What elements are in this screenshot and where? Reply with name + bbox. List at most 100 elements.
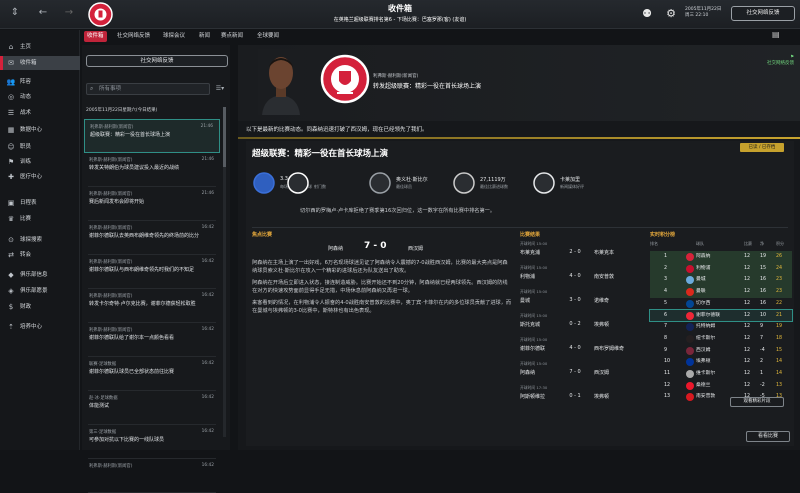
result-row[interactable]: 开球时间 15:00 阿森纳 7 - 0 西汉姆 bbox=[520, 359, 640, 381]
featured-score[interactable]: 阿森纳 7 - 0 西汉姆 bbox=[328, 241, 478, 255]
table-row[interactable]: 11 维卡斯尔 12 1 14 bbox=[650, 368, 792, 380]
social-feedback-button[interactable]: 社交网络反馈 bbox=[86, 55, 228, 67]
gear-icon[interactable]: ⚙ bbox=[664, 7, 678, 21]
goal-difference: 2 bbox=[760, 359, 764, 365]
chevron-up-down-icon[interactable]: ⇕ bbox=[8, 6, 22, 20]
stat-icon bbox=[252, 171, 276, 195]
date-display: 2005年11月22日 周三 22:10 bbox=[685, 7, 722, 18]
inbox-message[interactable]: 利弗斯·赫利斯(新闻官) 16:42 谢菲尔德联队去英西布朗维奇领先的终场前的比分 bbox=[84, 221, 220, 255]
sidebar-item-14[interactable]: ◆ 俱乐部信息 bbox=[0, 268, 80, 282]
sidebar-item-9[interactable]: ✚ 医疗中心 bbox=[0, 170, 80, 184]
sidebar-item-label: 财政 bbox=[20, 304, 32, 310]
tab-news[interactable]: 新闻 bbox=[196, 31, 213, 42]
position: 11 bbox=[664, 371, 671, 376]
team-name: 维卡斯尔 bbox=[696, 371, 716, 376]
result-row[interactable]: 开球时间 15:00 谢菲尔德联 4 - 0 西布罗姆维奇 bbox=[520, 335, 640, 357]
table-row[interactable]: 8 纽卡斯尔 12 7 18 bbox=[650, 333, 792, 345]
result-row[interactable]: 开球时间 15:00 斯托克城 0 - 2 埃弗顿 bbox=[520, 311, 640, 333]
social-feedback-link[interactable]: ⚑ 社交网络反馈 bbox=[767, 55, 794, 66]
result-row[interactable]: 开球时间 15:00 利物浦 4 - 0 南安普敦 bbox=[520, 263, 640, 285]
help-icon[interactable]: ⚉ bbox=[640, 7, 654, 21]
tab-scouting-meeting[interactable]: 球探会议 bbox=[160, 31, 188, 42]
sidebar-item-6[interactable]: ▦ 数据中心 bbox=[0, 123, 80, 137]
tab-inbox[interactable]: 收件箱 bbox=[84, 31, 107, 42]
message-header: 利弗斯·赫利斯(新闻官) 转发超级联赛：精彩一役在首长球场上演 ⚑ 社交网络反馈 bbox=[238, 45, 800, 121]
inbox-message[interactable]: 利弗斯·赫利斯(新闻官) 21:46 赛后新闻发布会即将开始 bbox=[84, 187, 220, 221]
filter-icon[interactable]: ☰▾ bbox=[212, 83, 228, 95]
inbox-message[interactable]: 利弗斯·赫利斯(新闻官) 16:42 bbox=[84, 459, 220, 493]
club-crest-icon[interactable] bbox=[88, 2, 113, 27]
team-name: 纽卡斯尔 bbox=[696, 335, 716, 341]
table-row[interactable]: 12 桑德兰 12 -2 13 bbox=[650, 380, 792, 392]
table-row[interactable]: 9 西汉姆 12 -4 15 bbox=[650, 345, 792, 357]
table-row[interactable]: 10 埃弗顿 12 2 14 bbox=[650, 356, 792, 368]
inbox-message[interactable]: 联赛·足球数据 16:42 谢菲尔德联队球员已全部状态前往比赛 bbox=[84, 357, 220, 391]
score: 4 - 0 bbox=[569, 273, 581, 279]
team-badge-icon bbox=[686, 288, 694, 297]
sidebar-item-11[interactable]: ♛ 比赛 bbox=[0, 212, 80, 226]
inbox-message[interactable]: 赵·冰·足球数据 16:42 体能测试 bbox=[84, 391, 220, 425]
inbox-message[interactable]: 利弗斯·赫利斯(新闻官) 16:42 转发卡尔奇特·卢尔克比赛，谢菲尔德获轻松取胜 bbox=[84, 289, 220, 323]
table-row[interactable]: 3 曼城 12 16 23 bbox=[650, 274, 792, 287]
view-matches-button[interactable]: 看看比赛 bbox=[746, 431, 790, 442]
layout-icon[interactable]: ▤ bbox=[772, 30, 780, 39]
sidebar-item-3[interactable]: 👥 阵容 bbox=[0, 75, 80, 89]
message-title: 可参加对抗以下比赛的一线队球员 bbox=[89, 437, 165, 443]
inbox-message[interactable]: 利弗斯·赫利斯(新闻官) 16:42 谢菲尔德联队给了谢尔本一点颜色看看 bbox=[84, 323, 220, 357]
table-heading: 实时积分榜 bbox=[650, 232, 676, 238]
inbox-message[interactable]: 利弗斯·赫利斯(新闻官) 21:46 超级联赛：精彩一役在首长球场上演 bbox=[84, 119, 220, 153]
message-sender: 联赛·足球数据 bbox=[89, 362, 117, 367]
sidebar-item-label: 阵容 bbox=[20, 79, 32, 85]
tab-social[interactable]: 社交网络反馈 bbox=[114, 31, 153, 42]
inbox-message[interactable]: 利弗斯·赫利斯(新闻官) 16:42 谢菲尔德联队与西布朗维奇领先时我们的不知足 bbox=[84, 255, 220, 289]
continue-button[interactable]: 社交网络反馈 bbox=[731, 6, 795, 21]
tab-match-news[interactable]: 赛点新闻 bbox=[218, 31, 246, 42]
table-row[interactable]: 7 托特纳姆 12 9 19 bbox=[650, 321, 792, 333]
sidebar-item-16[interactable]: $ 财政 bbox=[0, 300, 80, 314]
training-icon: ⚑ bbox=[7, 158, 15, 166]
home-team: 谢菲尔德联 bbox=[520, 346, 546, 352]
back-arrow-icon[interactable]: ← bbox=[36, 6, 50, 20]
sidebar-item-4[interactable]: ◎ 动态 bbox=[0, 90, 80, 104]
table-row[interactable]: 5 切尔西 12 16 22 bbox=[650, 298, 792, 310]
sidebar-item-17[interactable]: ⇡ 培养中心 bbox=[0, 320, 80, 334]
sidebar-item-15[interactable]: ◈ 俱乐部愿景 bbox=[0, 284, 80, 298]
message-sender: 利弗斯·赫利斯(新闻官) bbox=[89, 294, 133, 299]
message-time: 21:46 bbox=[201, 157, 214, 162]
table-row[interactable]: 1 阿森纳 12 19 26 bbox=[650, 251, 792, 263]
forward-arrow-icon[interactable]: → bbox=[62, 6, 76, 20]
result-row[interactable]: 开球时间 15:00 布莱克浦 2 - 0 布莱克本 bbox=[520, 239, 640, 261]
sidebar-item-2[interactable]: ✉ 收件箱 bbox=[0, 56, 80, 70]
table-row[interactable]: 2 利物浦 12 15 24 bbox=[650, 262, 792, 275]
scrollbar[interactable] bbox=[223, 107, 226, 437]
sidebar-item-label: 俱乐部信息 bbox=[20, 272, 48, 278]
view-highlights-button[interactable]: 观看精彩片段 bbox=[730, 397, 784, 407]
sidebar-item-12[interactable]: ⊙ 球探搜索 bbox=[0, 233, 80, 247]
goal-difference: 19 bbox=[760, 254, 767, 259]
sidebar-item-13[interactable]: ⇄ 转会 bbox=[0, 248, 80, 262]
table-column-header: 比赛 bbox=[744, 241, 752, 246]
sidebar-item-7[interactable]: ☺ 职员 bbox=[0, 140, 80, 154]
search-input[interactable]: ⌕ 所有事项 bbox=[86, 83, 210, 95]
score: 2 - 0 bbox=[569, 249, 581, 255]
sidebar-item-5[interactable]: ☰ 战术 bbox=[0, 106, 80, 120]
table-row[interactable]: 6 谢菲尔德联 12 10 21 bbox=[649, 308, 793, 323]
table-row[interactable]: 4 曼联 12 16 23 bbox=[650, 286, 792, 298]
result-row[interactable]: 开球时间 17:30 阿斯顿维拉 0 - 1 埃弗顿 bbox=[520, 383, 640, 405]
message-sender: 利弗斯·赫利斯(新闻官) bbox=[89, 192, 133, 197]
message-sender: 利弗斯·赫利斯(新闻官) bbox=[90, 125, 134, 130]
result-row[interactable]: 开球时间 15:00 曼城 3 - 0 诺维奇 bbox=[520, 287, 640, 309]
tab-world-news[interactable]: 全球要闻 bbox=[254, 31, 282, 42]
sidebar-item-label: 收件箱 bbox=[20, 60, 37, 66]
sidebar-item-1[interactable]: ⌂ 主页 bbox=[0, 40, 80, 54]
inbox-message[interactable]: 利弗斯·赫利斯(新闻官) 21:46 转发关特朗伯为球员建议投入最近的战绩 bbox=[84, 153, 220, 187]
away-team: 埃弗顿 bbox=[594, 394, 610, 400]
inbox-message[interactable]: 第三·足球数据 16:42 可参加对抗以下比赛的一线队球员 bbox=[84, 425, 220, 459]
inbox-icon: ✉ bbox=[8, 59, 14, 67]
sidebar-item-8[interactable]: ⚑ 训练 bbox=[0, 155, 80, 169]
sidebar-item-10[interactable]: ▣ 日程表 bbox=[0, 196, 80, 210]
development-icon: ⇡ bbox=[8, 323, 14, 331]
read-archive-button[interactable]: 已读 / 已存档 bbox=[740, 143, 784, 152]
away-team: 西汉姆 bbox=[408, 246, 424, 252]
team-badge-icon bbox=[686, 358, 694, 367]
